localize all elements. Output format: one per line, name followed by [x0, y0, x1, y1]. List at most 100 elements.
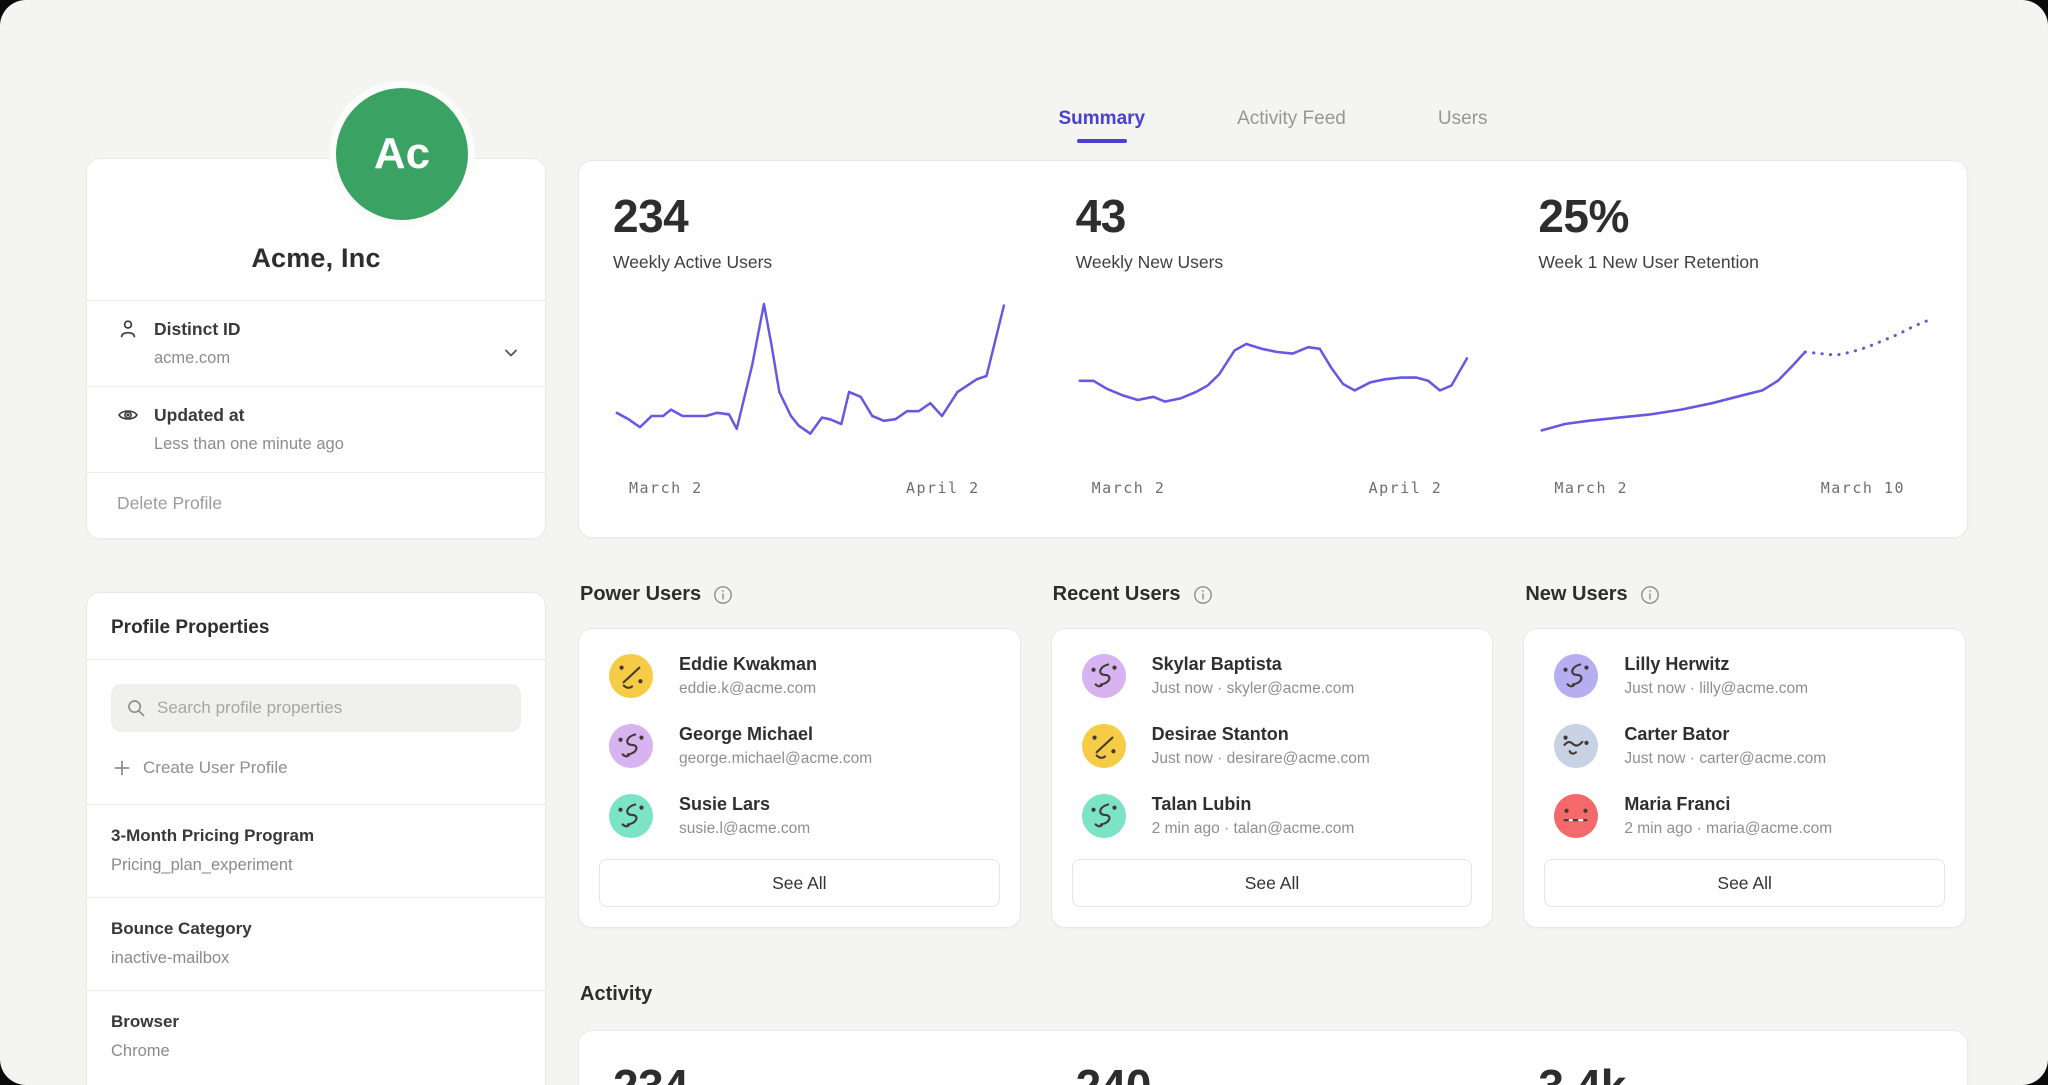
new-users-section: New Users Lilly Herwitz Just now · lilly… [1523, 583, 1966, 928]
updated-at-row: Updated at Less than one minute ago [87, 386, 545, 472]
list-item[interactable]: George Michael george.michael@acme.com [599, 711, 1000, 781]
active-tab-underline [1077, 139, 1127, 143]
tab-activity-feed[interactable]: Activity Feed [1237, 108, 1346, 143]
tab-summary[interactable]: Summary [1059, 108, 1146, 143]
list-item[interactable]: Susie Lars susie.l@acme.com [599, 781, 1000, 851]
x-tick-right: March 10 [1821, 479, 1905, 497]
user-name: Maria Franci [1624, 794, 1832, 815]
property-name: Bounce Category [111, 919, 521, 939]
activity-stat-value: 240 [1076, 1059, 1471, 1085]
field-value: acme.com [154, 349, 519, 368]
user-name: Desirae Stanton [1152, 724, 1370, 745]
user-name: Lilly Herwitz [1624, 654, 1808, 675]
stat-weekly-active-users: 234 Weekly Active Users March 2 April 2 [579, 161, 1042, 537]
user-detail: susie.l@acme.com [679, 820, 810, 838]
info-icon[interactable] [713, 585, 733, 605]
new-users-card: Lilly Herwitz Just now · lilly@acme.com … [1523, 628, 1966, 928]
avatar [1554, 724, 1598, 768]
property-value: Pricing_plan_experiment [111, 856, 521, 875]
avatar [1082, 724, 1126, 768]
avatar [609, 724, 653, 768]
recent-users-card: Skylar Baptista Just now · skyler@acme.c… [1051, 628, 1494, 928]
stat-label: Weekly New Users [1076, 252, 1471, 273]
user-name: Skylar Baptista [1152, 654, 1355, 675]
org-name: Acme, Inc [87, 159, 545, 300]
eye-icon [117, 404, 139, 426]
power-users-title: Power Users [580, 583, 701, 606]
field-label: Distinct ID [154, 319, 241, 340]
summary-stats-card: 234 Weekly Active Users March 2 April 2 … [578, 160, 1968, 538]
property-row: Bounce Category inactive-mailbox [87, 897, 545, 990]
profile-properties-title: Profile Properties [87, 593, 545, 659]
avatar [609, 654, 653, 698]
avatar [609, 794, 653, 838]
list-item[interactable]: Maria Franci 2 min ago · maria@acme.com [1544, 781, 1945, 851]
x-tick-left: March 2 [629, 479, 703, 497]
avatar [1082, 794, 1126, 838]
field-label: Updated at [154, 405, 244, 426]
user-name: Susie Lars [679, 794, 810, 815]
user-name: Carter Bator [1624, 724, 1826, 745]
info-icon[interactable] [1193, 585, 1213, 605]
profile-card: Acme, Inc Distinct ID acme.com [86, 158, 546, 539]
stat-weekly-new-users: 43 Weekly New Users March 2 April 2 [1042, 161, 1505, 537]
user-detail: 2 min ago · maria@acme.com [1624, 820, 1832, 838]
list-item[interactable]: Desirae Stanton Just now · desirare@acme… [1072, 711, 1473, 781]
list-item[interactable]: Talan Lubin 2 min ago · talan@acme.com [1072, 781, 1473, 851]
see-all-button[interactable]: See All [599, 859, 1000, 907]
profile-properties-card: Profile Properties Create User Profile 3 [86, 592, 546, 1085]
info-icon[interactable] [1640, 585, 1660, 605]
user-detail: Just now · carter@acme.com [1624, 750, 1826, 768]
create-user-profile-label: Create User Profile [143, 758, 288, 778]
user-detail: Just now · lilly@acme.com [1624, 680, 1808, 698]
search-icon [126, 698, 146, 718]
avatar [1554, 654, 1598, 698]
org-avatar: Ac [336, 88, 468, 220]
search-box [111, 684, 521, 732]
see-all-button[interactable]: See All [1072, 859, 1473, 907]
user-name: George Michael [679, 724, 872, 745]
list-item[interactable]: Carter Bator Just now · carter@acme.com [1544, 711, 1945, 781]
stat-label: Weekly Active Users [613, 252, 1008, 273]
field-value: Less than one minute ago [154, 435, 519, 454]
x-tick-left: March 2 [1554, 479, 1628, 497]
stat-label: Week 1 New User Retention [1538, 252, 1933, 273]
stat-value: 234 [613, 189, 1008, 243]
stat-week1-retention: 25% Week 1 New User Retention March 2 Ma… [1504, 161, 1967, 537]
activity-title: Activity [580, 983, 652, 1006]
user-name: Eddie Kwakman [679, 654, 817, 675]
power-users-section: Power Users Eddie Kwakman eddie.k@acme.c… [578, 583, 1021, 928]
avatar [1554, 794, 1598, 838]
user-lists-row: Power Users Eddie Kwakman eddie.k@acme.c… [578, 583, 1966, 928]
property-value: Chrome [111, 1042, 521, 1061]
user-detail: Just now · desirare@acme.com [1152, 750, 1370, 768]
activity-stat-value: 234 [613, 1059, 1008, 1085]
user-name: Talan Lubin [1152, 794, 1355, 815]
user-detail: eddie.k@acme.com [679, 680, 817, 698]
recent-users-section: Recent Users Skylar Baptista Just now · … [1051, 583, 1494, 928]
power-users-card: Eddie Kwakman eddie.k@acme.com George Mi… [578, 628, 1021, 928]
user-detail: Just now · skyler@acme.com [1152, 680, 1355, 698]
see-all-button[interactable]: See All [1544, 859, 1945, 907]
property-name: Browser [111, 1012, 521, 1032]
user-detail: george.michael@acme.com [679, 750, 872, 768]
delete-profile-button[interactable]: Delete Profile [87, 472, 545, 538]
create-user-profile-button[interactable]: Create User Profile [87, 732, 545, 804]
week1-retention-chart [1538, 299, 1933, 469]
chevron-down-icon[interactable] [501, 343, 521, 363]
activity-card: 234 240 3.4k [578, 1030, 1968, 1085]
list-item[interactable]: Skylar Baptista Just now · skyler@acme.c… [1072, 641, 1473, 711]
property-row: Browser Chrome [87, 990, 545, 1083]
new-users-title: New Users [1525, 583, 1627, 606]
user-detail: 2 min ago · talan@acme.com [1152, 820, 1355, 838]
x-tick-right: April 2 [906, 479, 980, 497]
property-row: 3-Month Pricing Program Pricing_plan_exp… [87, 804, 545, 897]
tab-users[interactable]: Users [1438, 108, 1488, 143]
list-item[interactable]: Eddie Kwakman eddie.k@acme.com [599, 641, 1000, 711]
search-profile-properties-input[interactable] [111, 684, 521, 732]
tab-bar: Summary Activity Feed Users [578, 108, 1968, 143]
distinct-id-row[interactable]: Distinct ID acme.com [87, 300, 545, 386]
list-item[interactable]: Lilly Herwitz Just now · lilly@acme.com [1544, 641, 1945, 711]
main-content: Summary Activity Feed Users 234 Weekly A… [578, 0, 1968, 1085]
recent-users-title: Recent Users [1053, 583, 1181, 606]
